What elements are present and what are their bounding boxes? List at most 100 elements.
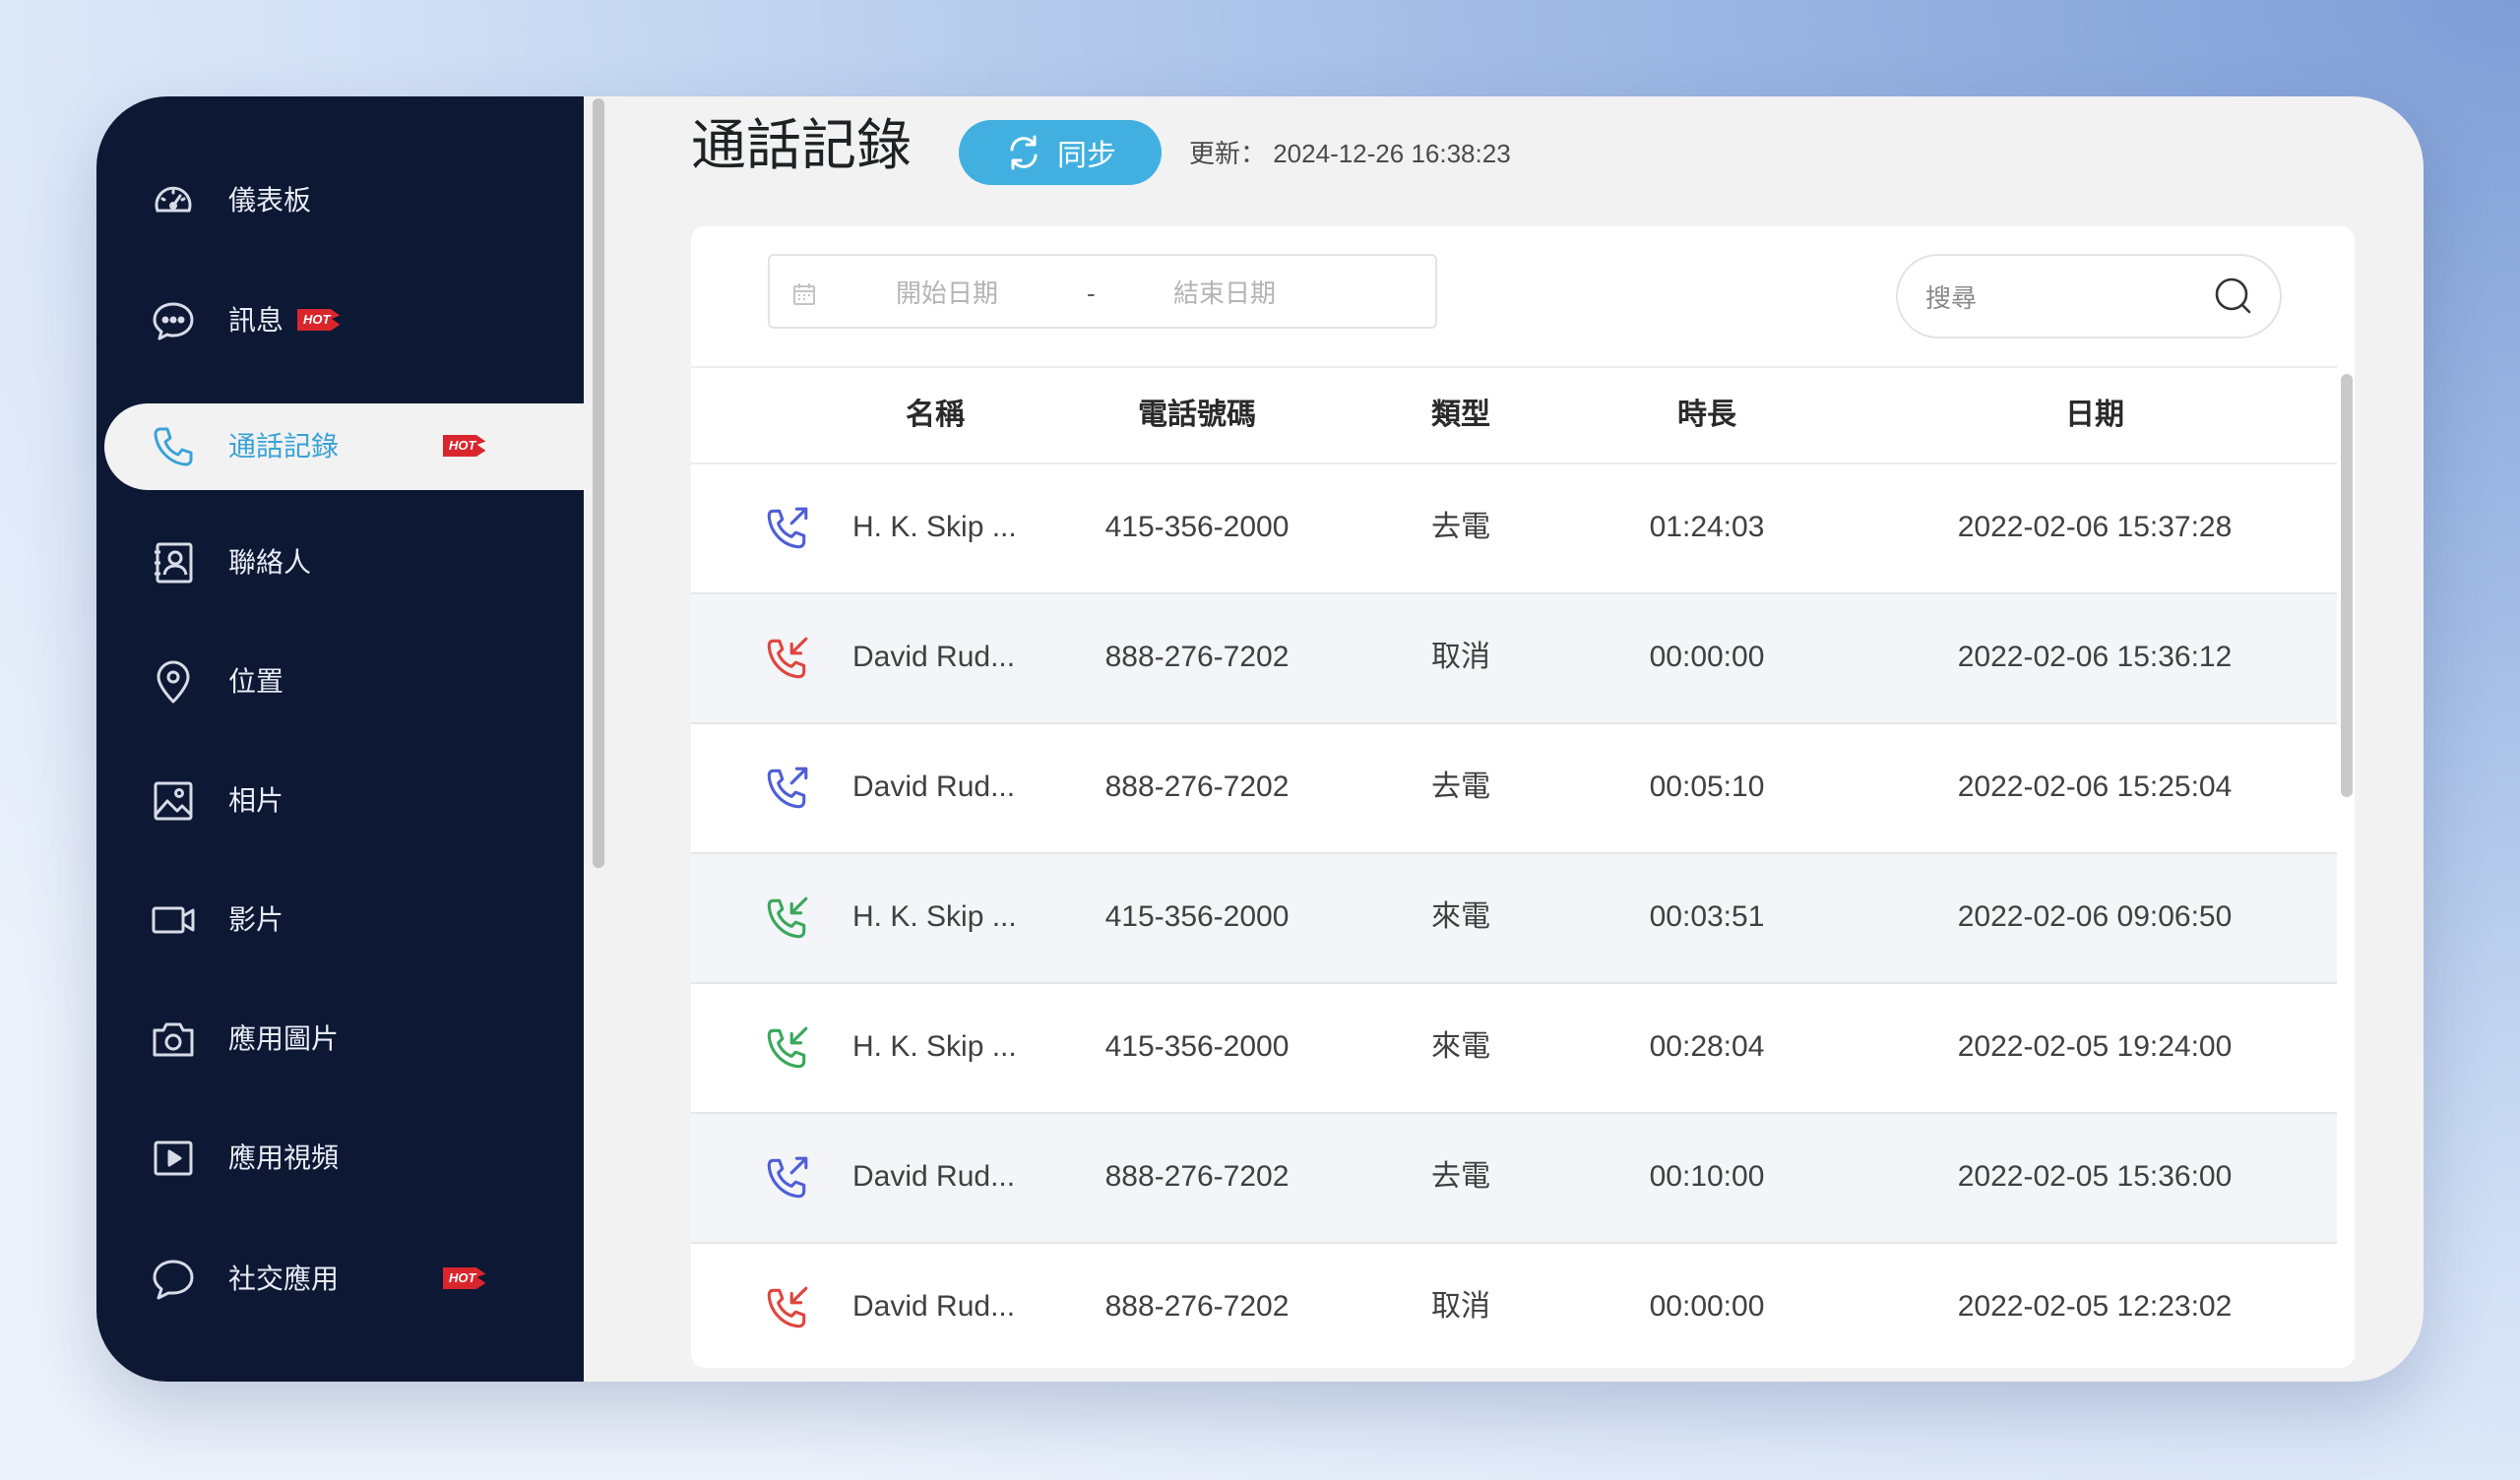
table-row[interactable]: David Rud... 888-276-7202 取消 00:00:00 2022-0… xyxy=(691,1244,2337,1368)
sidebar-item-label: 社交應用 xyxy=(228,1264,340,1294)
column-header-type[interactable]: 類型 xyxy=(1431,396,1490,435)
call-type: 來電 xyxy=(1431,1030,1490,1063)
call-type: 去電 xyxy=(1431,511,1490,543)
contact-name: David Rud... xyxy=(852,641,1016,673)
phone-icon xyxy=(150,423,197,470)
date-separator: - xyxy=(1087,278,1096,308)
call-type: 取消 xyxy=(1431,641,1490,673)
phone-number: 888-276-7202 xyxy=(1104,771,1290,803)
call-date: 2022-02-05 15:36:00 xyxy=(1957,1160,2233,1193)
sync-label: 同步 xyxy=(1057,140,1116,172)
missed-call-icon xyxy=(767,637,808,679)
sidebar-item-label: 應用視頻 xyxy=(228,1142,340,1173)
calendar-icon xyxy=(793,283,815,305)
sidebar-item-messages[interactable]: 訊息 HOT xyxy=(104,278,584,364)
call-duration: 01:24:03 xyxy=(1649,511,1765,543)
call-type: 去電 xyxy=(1431,1160,1490,1193)
column-header-name[interactable]: 名稱 xyxy=(906,396,965,435)
contact-name: H. K. Skip ... xyxy=(852,1030,1017,1063)
table-row[interactable]: H. K. Skip ... 415-356-2000 來電 00:28:04 2022… xyxy=(691,984,2337,1114)
search-input[interactable] xyxy=(1923,278,2193,319)
chat-bubble-icon xyxy=(150,1256,197,1303)
call-date: 2022-02-06 15:36:12 xyxy=(1957,641,2233,673)
table-row[interactable]: David Rud... 888-276-7202 去電 00:10:00 2022-0… xyxy=(691,1114,2337,1244)
play-icon xyxy=(150,1135,197,1182)
page-title: 通話記錄 xyxy=(691,114,912,176)
dashboard-icon xyxy=(150,177,197,224)
camera-icon xyxy=(150,1016,197,1063)
phone-number: 415-356-2000 xyxy=(1104,511,1290,543)
video-icon xyxy=(150,896,197,944)
column-header-phone[interactable]: 電話號碼 xyxy=(1138,396,1256,435)
column-header-duration[interactable]: 時長 xyxy=(1677,396,1736,435)
call-date: 2022-02-06 15:37:28 xyxy=(1957,511,2233,543)
call-type: 去電 xyxy=(1431,771,1490,803)
contact-name: David Rud... xyxy=(852,771,1016,803)
missed-call-icon xyxy=(767,1286,808,1328)
start-date-input[interactable]: 開始日期 xyxy=(896,276,998,311)
call-log-card: 開始日期 - 結束日期 名稱 電話號碼 類型 時長 日期 H. K. Skip … xyxy=(691,226,2355,1368)
table-row[interactable]: H. K. Skip ... 415-356-2000 來電 00:03:51 2022… xyxy=(691,854,2337,984)
sidebar-item-call-log[interactable]: 通話記錄 HOT xyxy=(104,403,584,490)
sync-icon xyxy=(1010,135,1038,170)
date-range-picker[interactable]: 開始日期 - 結束日期 xyxy=(768,254,1437,329)
sidebar-item-contacts[interactable]: 聯絡人 xyxy=(104,520,584,606)
sidebar-item-photos[interactable]: 相片 xyxy=(104,758,584,844)
sidebar-item-label: 位置 xyxy=(228,666,284,697)
outgoing-call-icon xyxy=(767,507,808,549)
app-window: 儀表板 訊息 HOT 通話記錄 HOT 聯絡人 位置 相片 影片 應用圖片 應用… xyxy=(96,96,2424,1382)
sidebar-item-label: 聯絡人 xyxy=(228,547,312,578)
sidebar-item-label: 訊息 xyxy=(228,305,284,336)
call-date: 2022-02-05 19:24:00 xyxy=(1957,1030,2233,1063)
search-icon[interactable] xyxy=(2211,274,2256,319)
column-header-date[interactable]: 日期 xyxy=(2065,396,2124,435)
outgoing-call-icon xyxy=(767,767,808,809)
sidebar: 儀表板 訊息 HOT 通話記錄 HOT 聯絡人 位置 相片 影片 應用圖片 應用… xyxy=(96,96,584,1382)
outgoing-call-icon xyxy=(767,1156,808,1199)
sidebar-item-app-images[interactable]: 應用圖片 xyxy=(104,996,584,1082)
contact-name: H. K. Skip ... xyxy=(852,511,1017,543)
call-type: 來電 xyxy=(1431,900,1490,933)
contact-name: David Rud... xyxy=(852,1160,1016,1193)
table-row[interactable]: H. K. Skip ... 415-356-2000 去電 01:24:03 2022… xyxy=(691,464,2337,594)
sidebar-scrollbar[interactable] xyxy=(593,98,604,868)
sidebar-item-app-videos[interactable]: 應用視頻 xyxy=(104,1115,584,1202)
call-date: 2022-02-06 15:25:04 xyxy=(1957,771,2233,803)
last-updated: 更新： 2024-12-26 16:38:23 xyxy=(1189,139,1511,168)
contact-name: David Rud... xyxy=(852,1290,1016,1323)
incoming-call-icon xyxy=(767,896,808,939)
hot-badge: HOT xyxy=(297,309,341,331)
table-scrollbar[interactable] xyxy=(2341,374,2353,797)
sidebar-item-label: 儀表板 xyxy=(228,185,312,216)
location-icon xyxy=(150,658,197,706)
search-box[interactable] xyxy=(1896,254,2282,339)
photo-icon xyxy=(150,777,197,825)
contacts-icon xyxy=(150,539,197,586)
call-duration: 00:05:10 xyxy=(1649,771,1765,803)
sidebar-item-label: 應用圖片 xyxy=(228,1023,340,1054)
call-duration: 00:28:04 xyxy=(1649,1030,1765,1063)
sidebar-item-label: 相片 xyxy=(228,785,284,816)
end-date-input[interactable]: 結束日期 xyxy=(1173,276,1276,311)
phone-number: 888-276-7202 xyxy=(1104,1160,1290,1193)
sidebar-item-social-apps[interactable]: 社交應用 HOT xyxy=(104,1236,584,1323)
call-duration: 00:00:00 xyxy=(1649,1290,1765,1323)
call-duration: 00:00:00 xyxy=(1649,641,1765,673)
sidebar-item-label: 影片 xyxy=(228,904,284,935)
phone-number: 415-356-2000 xyxy=(1104,900,1290,933)
incoming-call-icon xyxy=(767,1026,808,1069)
sidebar-item-dashboard[interactable]: 儀表板 xyxy=(104,157,584,244)
hot-badge: HOT xyxy=(443,1267,486,1289)
table-header: 名稱 電話號碼 類型 時長 日期 xyxy=(691,366,2337,464)
sidebar-item-location[interactable]: 位置 xyxy=(104,639,584,725)
contact-name: H. K. Skip ... xyxy=(852,900,1017,933)
call-date: 2022-02-05 12:23:02 xyxy=(1957,1290,2233,1323)
sync-button[interactable]: 同步 xyxy=(959,120,1162,185)
phone-number: 888-276-7202 xyxy=(1104,1290,1290,1323)
table-row[interactable]: David Rud... 888-276-7202 去電 00:05:10 2022-0… xyxy=(691,724,2337,854)
call-date: 2022-02-06 09:06:50 xyxy=(1957,900,2233,933)
phone-number: 415-356-2000 xyxy=(1104,1030,1290,1063)
table-row[interactable]: David Rud... 888-276-7202 取消 00:00:00 2022-0… xyxy=(691,594,2337,724)
call-duration: 00:10:00 xyxy=(1649,1160,1765,1193)
sidebar-item-videos[interactable]: 影片 xyxy=(104,877,584,963)
